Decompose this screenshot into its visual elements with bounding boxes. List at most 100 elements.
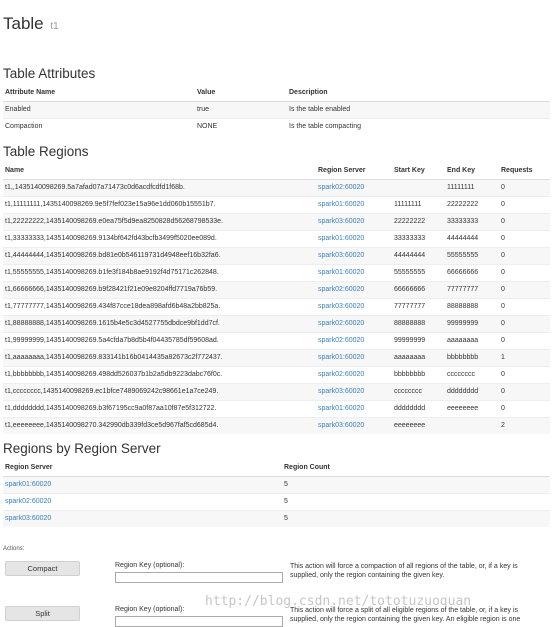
table-cell: true — [195, 100, 287, 118]
region-server-link[interactable]: spark02:60020 — [318, 184, 364, 191]
table-row: t1,99999999,1435140098269.5a4cfda7b8d5b4… — [3, 331, 550, 349]
attributes-header-1: Value — [195, 85, 287, 102]
table-cell: 5 — [282, 475, 550, 493]
split-region-key-label: Region Key (optional): — [115, 606, 185, 613]
attributes-heading: Table Attributes — [3, 66, 96, 81]
table-cell: spark01:60020 — [316, 399, 392, 417]
table-cell: Enabled — [3, 100, 195, 118]
region-server-link[interactable]: spark03:60020 — [318, 388, 364, 395]
table-cell: 66666666 — [445, 263, 499, 281]
table-cell — [392, 178, 445, 196]
region-server-link[interactable]: spark01:60020 — [318, 269, 364, 276]
table-row: t1,aaaaaaaa,1435140098269.833141b16b0414… — [3, 348, 550, 366]
table-cell: t1,aaaaaaaa,1435140098269.833141b16b0414… — [3, 348, 316, 366]
table-cell: 0 — [499, 280, 550, 298]
table-cell: 0 — [499, 229, 550, 247]
table-row: spark03:60020 5 — [3, 509, 550, 527]
table-cell: spark03:60020 — [3, 509, 282, 527]
regions-header-3: End Key — [445, 163, 499, 180]
table-cell: 0 — [499, 263, 550, 281]
table-cell: 11111111 — [392, 195, 445, 213]
region-server-link[interactable]: spark01:60020 — [5, 481, 51, 488]
table-cell: 22222222 — [392, 212, 445, 230]
compact-region-key-input[interactable] — [115, 572, 283, 583]
table-row: t1,66666666,1435140098269.b9f28421f21e09… — [3, 280, 550, 298]
table-cell: aaaaaaaa — [445, 331, 499, 349]
table-row: t1,77777777,1435140098269.434f87cce18dea… — [3, 297, 550, 315]
table-cell: spark02:60020 — [316, 331, 392, 349]
table-cell: 5 — [282, 509, 550, 527]
region-server-link[interactable]: spark01:60020 — [318, 201, 364, 208]
table-cell: spark02:60020 — [316, 314, 392, 332]
table-cell: spark01:60020 — [316, 263, 392, 281]
attributes-header-0: Attribute Name — [3, 85, 195, 102]
attributes-table: Attribute Name Value Description Enabled tr… — [3, 85, 550, 135]
table-cell: spark01:60020 — [316, 195, 392, 213]
table-cell: 44444444 — [445, 229, 499, 247]
region-server-link[interactable]: spark03:60020 — [318, 218, 364, 225]
table-cell: Is the table enabled — [287, 100, 550, 118]
regions-header-4: Requests — [499, 163, 550, 180]
region-server-link[interactable]: spark03:60020 — [318, 303, 364, 310]
by-server-heading: Regions by Region Server — [3, 441, 161, 456]
table-cell: 5 — [282, 492, 550, 510]
table-row: spark01:60020 5 — [3, 475, 550, 493]
table-cell: spark03:60020 — [316, 212, 392, 230]
table-cell: spark01:60020 — [3, 475, 282, 493]
table-cell: 0 — [499, 212, 550, 230]
by-server-table: Region Server Region Count spark01:60020 5… — [3, 460, 550, 527]
region-server-link[interactable]: spark01:60020 — [318, 405, 364, 412]
table-cell: 0 — [499, 178, 550, 196]
region-server-link[interactable]: spark02:60020 — [318, 286, 364, 293]
table-cell: t1,88888888,1435140098269.1615b4e5c3d452… — [3, 314, 316, 332]
table-cell: spark02:60020 — [316, 365, 392, 383]
table-cell: 0 — [499, 331, 550, 349]
table-cell: eeeeeeee — [392, 416, 445, 434]
by_server-header-0: Region Server — [3, 460, 282, 477]
table-cell: t1,cccccccc,1435140098269.ec1bfce7489069… — [3, 382, 316, 400]
region-server-link[interactable]: spark03:60020 — [318, 252, 364, 259]
table-cell: t1,eeeeeeee,1435140098270.342990db339fd3… — [3, 416, 316, 434]
region-server-link[interactable]: spark02:60020 — [318, 337, 364, 344]
table-cell: 0 — [499, 195, 550, 213]
table-cell: 1 — [499, 348, 550, 366]
table-row: t1,88888888,1435140098269.1615b4e5c3d452… — [3, 314, 550, 332]
split-button[interactable]: Split — [5, 606, 80, 621]
table-cell: Compaction — [3, 117, 195, 135]
by_server-header-1: Region Count — [282, 460, 550, 477]
page-title-text: Table — [3, 14, 44, 33]
table-row: Compaction NONE Is the table compacting — [3, 117, 550, 135]
table-cell: t1,22222222,1435140098269.e0ea75f5d9ea82… — [3, 212, 316, 230]
region-server-link[interactable]: spark02:60020 — [318, 371, 364, 378]
table-cell: spark01:60020 — [316, 229, 392, 247]
table-cell: 0 — [499, 399, 550, 417]
table-cell: 0 — [499, 382, 550, 400]
table-cell: eeeeeeee — [445, 399, 499, 417]
page-title: Table t1 — [3, 14, 59, 34]
region-server-link[interactable]: spark01:60020 — [318, 235, 364, 242]
table-cell: t1,66666666,1435140098269.b9f28421f21e09… — [3, 280, 316, 298]
compact-description: This action will force a compaction of a… — [290, 563, 518, 579]
region-server-link[interactable]: spark02:60020 — [318, 320, 364, 327]
table-row: t1,33333333,1435140098269.9134bf642fd43b… — [3, 229, 550, 247]
table-cell: t1,44444444,1435140098269.bd81e0b5461197… — [3, 246, 316, 264]
table-cell: t1,55555555,1435140098269.b1fe3f184b8ae9… — [3, 263, 316, 281]
table-cell: 33333333 — [392, 229, 445, 247]
table-row: t1,dddddddd,1435140098269.b3f67195cc9a0f… — [3, 399, 550, 417]
table-cell: 99999999 — [392, 331, 445, 349]
table-cell: bbbbbbbb — [445, 348, 499, 366]
table-cell: cccccccc — [445, 365, 499, 383]
table-cell: 22222222 — [445, 195, 499, 213]
table-cell: spark03:60020 — [316, 246, 392, 264]
table-cell: 11111111 — [445, 178, 499, 196]
table-cell: Is the table compacting — [287, 117, 550, 135]
table-row: t1,11111111,1435140098269.9e5f7fef023e15… — [3, 195, 550, 213]
region-server-link[interactable]: spark02:60020 — [5, 498, 51, 505]
region-server-link[interactable]: spark01:60020 — [318, 354, 364, 361]
regions-table: Name Region Server Start Key End Key Request… — [3, 163, 550, 434]
table-row: t1,bbbbbbbb,1435140098269.498dd526037b1b… — [3, 365, 550, 383]
region-server-link[interactable]: spark03:60020 — [5, 515, 51, 522]
table-cell: 44444444 — [392, 246, 445, 264]
region-server-link[interactable]: spark03:60020 — [318, 422, 364, 429]
compact-button[interactable]: Compact — [5, 561, 80, 576]
